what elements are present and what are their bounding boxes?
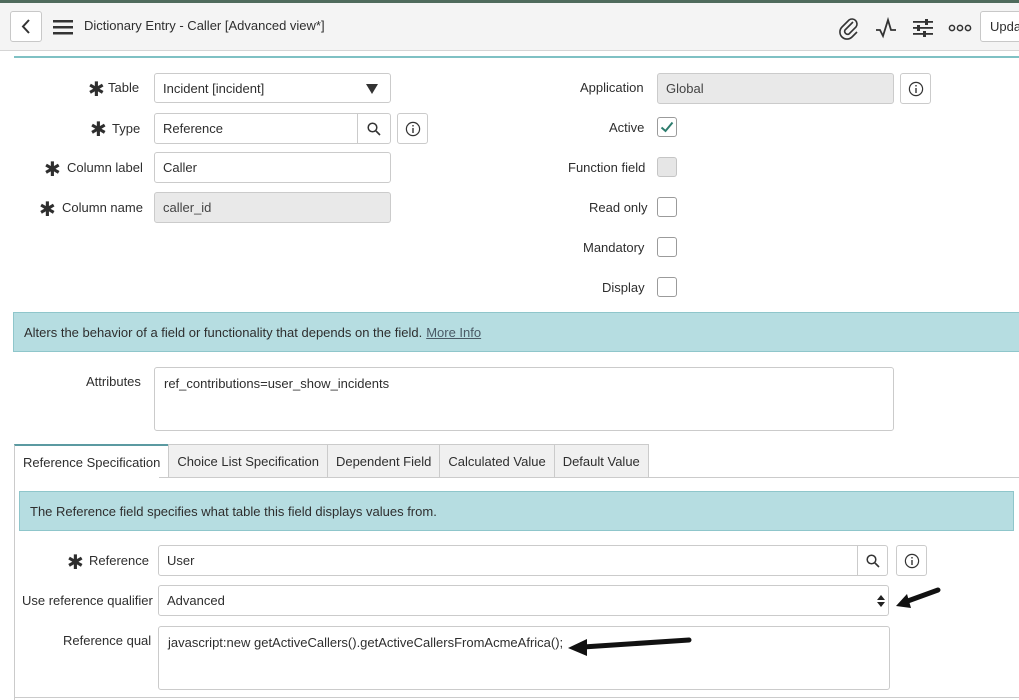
- back-button[interactable]: [10, 11, 42, 42]
- update-button[interactable]: Upda: [980, 11, 1019, 42]
- required-asterisk: ✱: [44, 159, 61, 181]
- tab-bar: Reference Specification Choice List Spec…: [14, 444, 649, 478]
- reference-input[interactable]: User: [158, 545, 858, 576]
- display-checkbox[interactable]: [657, 277, 677, 297]
- tab-choice-list-specification[interactable]: Choice List Specification: [168, 444, 328, 478]
- more-info-link[interactable]: More Info: [426, 325, 481, 340]
- display-label: Display: [602, 280, 645, 295]
- application-value: Global: [666, 81, 704, 96]
- chevron-left-icon: [21, 19, 30, 34]
- reference-spec-banner: The Reference field specifies what table…: [19, 491, 1014, 531]
- active-checkbox[interactable]: [657, 117, 677, 137]
- required-asterisk: ✱: [39, 199, 56, 221]
- reference-info-button[interactable]: [896, 545, 927, 576]
- more-icon[interactable]: [948, 16, 972, 40]
- application-input: Global: [657, 73, 894, 104]
- tab-calculated-value[interactable]: Calculated Value: [439, 444, 555, 478]
- dropdown-arrow-icon: [366, 84, 378, 94]
- required-asterisk: ✱: [67, 552, 84, 574]
- active-label: Active: [609, 120, 645, 135]
- search-icon: [865, 553, 880, 568]
- tab-panel-bottom-border: [14, 697, 1019, 698]
- column-name-label: Column name: [62, 200, 143, 215]
- search-icon: [367, 121, 381, 136]
- required-asterisk: ✱: [88, 79, 105, 101]
- reference-label: Reference: [89, 553, 149, 568]
- attributes-textarea[interactable]: ref_contributions=user_show_incidents: [154, 367, 894, 431]
- attributes-label: Attributes: [86, 374, 141, 389]
- reference-lookup-button[interactable]: [857, 545, 888, 576]
- type-label: Type: [112, 121, 141, 136]
- column-label-label: Column label: [67, 160, 143, 175]
- tab-panel-border-left: [14, 477, 15, 700]
- column-name-value: caller_id: [163, 200, 212, 215]
- mandatory-checkbox[interactable]: [657, 237, 677, 257]
- reference-spec-banner-text: The Reference field specifies what table…: [30, 503, 437, 519]
- function-field-checkbox: [657, 157, 677, 177]
- use-reference-qualifier-label: Use reference qualifier: [22, 593, 153, 608]
- paperclip-icon[interactable]: [837, 16, 861, 40]
- required-asterisk: ✱: [90, 119, 107, 141]
- application-info-button[interactable]: [900, 73, 931, 104]
- function-field-label: Function field: [568, 160, 646, 175]
- table-label: Table: [108, 80, 140, 95]
- tab-reference-specification[interactable]: Reference Specification: [14, 444, 170, 478]
- read-only-checkbox[interactable]: [657, 197, 677, 217]
- info-banner-text: Alters the behavior of a field or functi…: [24, 324, 423, 340]
- info-icon: [405, 121, 420, 136]
- annotation-arrow-icon: [896, 587, 941, 608]
- select-updown-icon: [877, 595, 885, 607]
- type-info-button[interactable]: [397, 113, 428, 144]
- column-name-input: caller_id: [154, 192, 391, 223]
- tab-dependent-field[interactable]: Dependent Field: [326, 444, 441, 478]
- info-icon: [904, 553, 919, 568]
- reference-qual-textarea[interactable]: javascript:new getActiveCallers().getAct…: [158, 626, 890, 690]
- table-select[interactable]: Incident [incident]: [154, 73, 391, 103]
- reference-qual-label: Reference qual: [63, 633, 152, 648]
- mandatory-label: Mandatory: [583, 240, 645, 255]
- reference-value: User: [167, 553, 195, 568]
- attributes-value: ref_contributions=user_show_incidents: [164, 376, 390, 391]
- reference-qualifier-select[interactable]: Advanced: [158, 585, 889, 616]
- read-only-label: Read only: [589, 200, 648, 215]
- column-label-value: Caller: [163, 160, 197, 175]
- hamburger-menu-icon[interactable]: [52, 17, 74, 37]
- application-label: Application: [580, 80, 644, 95]
- reference-qualifier-value: Advanced: [167, 593, 225, 608]
- reference-qual-value: javascript:new getActiveCallers().getAct…: [168, 635, 564, 650]
- column-label-input[interactable]: Caller: [154, 152, 391, 183]
- info-icon: [908, 81, 923, 96]
- type-input[interactable]: Reference: [154, 113, 358, 144]
- annotation-arrow-icon: [568, 637, 692, 656]
- type-lookup-button[interactable]: [357, 113, 391, 144]
- form-header: Dictionary Entry - Caller [Advanced view…: [0, 3, 1019, 51]
- section-divider: [14, 56, 1019, 58]
- table-value: Incident [incident]: [163, 80, 265, 96]
- tab-panel-border: [159, 477, 1019, 478]
- info-banner: Alters the behavior of a field or functi…: [13, 312, 1019, 352]
- checkmark-icon: [660, 121, 674, 133]
- sliders-icon[interactable]: [911, 16, 935, 40]
- type-value: Reference: [163, 121, 223, 136]
- page-title: Dictionary Entry - Caller [Advanced view…: [84, 18, 325, 33]
- tab-default-value[interactable]: Default Value: [553, 444, 649, 478]
- activity-icon[interactable]: [874, 16, 898, 40]
